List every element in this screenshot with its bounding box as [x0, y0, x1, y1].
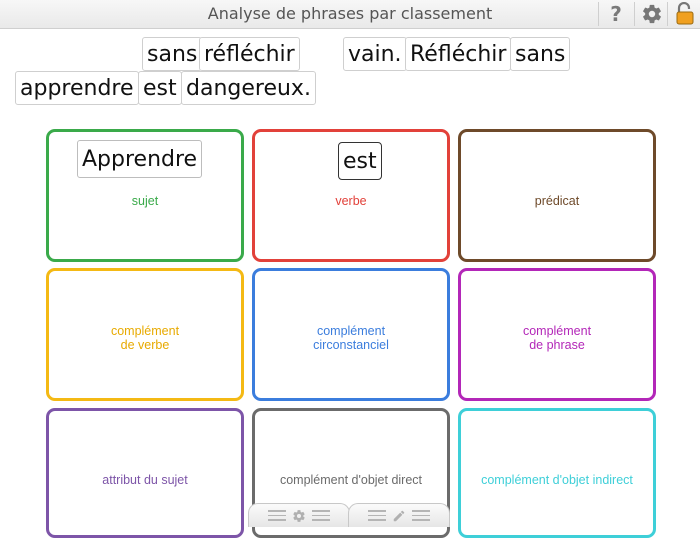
help-button[interactable]: ?	[601, 0, 631, 28]
lines-icon	[368, 510, 386, 521]
category-label-complement-circonstanciel: complément circonstanciel	[313, 324, 389, 352]
word-tile[interactable]: sans	[510, 37, 571, 71]
toolbar-separator	[598, 2, 599, 26]
category-box-predicat[interactable]: prédicat	[458, 129, 656, 262]
category-label-sujet: sujet	[131, 194, 159, 208]
word-tile[interactable]: vain.	[343, 37, 407, 71]
toolbar-separator	[667, 2, 668, 26]
word-tile[interactable]: sans	[142, 37, 203, 71]
category-label-complement-de-phrase: complément de phrase	[522, 324, 592, 352]
placed-word-tile[interactable]: Apprendre	[77, 140, 203, 178]
title-bar: Analyse de phrases par classement ?	[0, 0, 700, 29]
category-label-attribut-du-sujet: attribut du sujet	[102, 473, 188, 487]
settings-button[interactable]	[637, 0, 667, 28]
category-label-complement-de-verbe: complément de verbe	[110, 324, 180, 352]
category-box-sujet[interactable]: Apprendre sujet	[46, 129, 244, 262]
word-tile[interactable]: apprendre	[15, 71, 139, 105]
word-tile[interactable]: Réfléchir	[405, 37, 512, 71]
unlocked-padlock-icon	[676, 2, 694, 25]
lines-icon	[268, 510, 286, 521]
category-box-complement-de-verbe[interactable]: complément de verbe	[46, 268, 244, 401]
lock-button[interactable]	[670, 0, 700, 28]
category-box-complement-de-phrase[interactable]: complément de phrase	[458, 268, 656, 401]
category-label-complement-objet-indirect: complément d'objet indirect	[481, 473, 633, 487]
word-tile[interactable]: dangereux.	[181, 71, 316, 105]
placed-word-tile[interactable]: est	[338, 142, 382, 180]
question-mark-icon: ?	[610, 2, 622, 26]
gear-icon	[643, 4, 661, 24]
pencil-icon	[393, 510, 405, 521]
lines-icon	[312, 510, 330, 521]
category-box-complement-circonstanciel[interactable]: complément circonstanciel	[252, 268, 450, 401]
category-box-attribut-du-sujet[interactable]: attribut du sujet	[46, 408, 244, 538]
settings-tab[interactable]	[248, 503, 350, 527]
word-tile[interactable]: est	[138, 71, 182, 105]
category-label-verbe: verbe	[335, 194, 367, 208]
lines-icon	[412, 510, 430, 521]
word-tile[interactable]: réfléchir	[199, 37, 300, 71]
category-box-verbe[interactable]: est verbe	[252, 129, 450, 262]
app-title: Analyse de phrases par classement	[207, 4, 493, 23]
category-label-predicat: prédicat	[534, 194, 580, 208]
bottom-tab-bar	[248, 503, 452, 527]
toolbar-separator	[634, 2, 635, 26]
edit-tab[interactable]	[348, 503, 450, 527]
category-label-complement-objet-direct: complément d'objet direct	[279, 473, 423, 487]
gear-icon	[293, 509, 305, 522]
category-box-complement-objet-indirect[interactable]: complément d'objet indirect	[458, 408, 656, 538]
